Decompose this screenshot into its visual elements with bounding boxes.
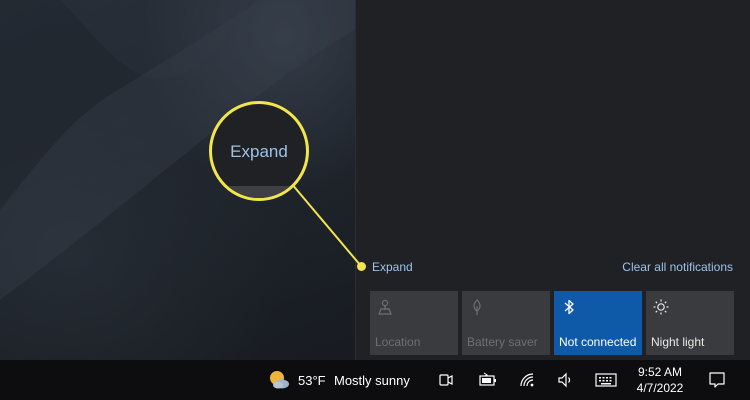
expand-link[interactable]: Expand xyxy=(372,260,413,274)
taskbar: 53°F Mostly sunny 9:52 AM 4/7/2022 xyxy=(0,360,750,400)
volume-icon[interactable] xyxy=(556,360,576,400)
taskbar-clock[interactable]: 9:52 AM 4/7/2022 xyxy=(632,360,688,400)
location-tile[interactable]: Location xyxy=(370,291,458,355)
night-light-icon xyxy=(653,299,669,315)
night-light-tile[interactable]: Night light xyxy=(646,291,734,355)
weather-icon[interactable] xyxy=(266,360,292,400)
location-tile-label: Location xyxy=(375,335,421,349)
wifi-icon[interactable] xyxy=(518,360,538,400)
notifications-icon[interactable] xyxy=(706,360,728,400)
clock-date: 4/7/2022 xyxy=(636,381,684,395)
touch-keyboard-icon[interactable] xyxy=(594,360,618,400)
bluetooth-tile[interactable]: Not connected xyxy=(554,291,642,355)
weather-temperature[interactable]: 53°F xyxy=(298,360,326,400)
wallpaper-ridge xyxy=(0,0,355,300)
bluetooth-icon xyxy=(564,299,574,315)
callout-zoom-text: Expand xyxy=(230,142,288,161)
battery-saver-tile-label: Battery saver xyxy=(467,335,538,349)
battery-saver-icon xyxy=(473,299,481,315)
callout-dot xyxy=(357,262,366,271)
action-center-panel: Expand Clear all notifications Location … xyxy=(355,0,750,360)
clock-time: 9:52 AM xyxy=(637,365,683,379)
clear-all-notifications-link[interactable]: Clear all notifications xyxy=(622,260,733,274)
callout-magnifier: Expand xyxy=(209,101,309,201)
location-icon xyxy=(378,299,392,315)
weather-description[interactable]: Mostly sunny xyxy=(334,360,410,400)
bluetooth-tile-label: Not connected xyxy=(559,335,637,349)
quick-actions-row: Location Battery saver Not connected Nig… xyxy=(370,291,734,355)
battery-saver-tile[interactable]: Battery saver xyxy=(462,291,550,355)
meet-now-icon[interactable] xyxy=(436,360,456,400)
night-light-tile-label: Night light xyxy=(651,335,705,349)
battery-icon[interactable] xyxy=(477,360,499,400)
